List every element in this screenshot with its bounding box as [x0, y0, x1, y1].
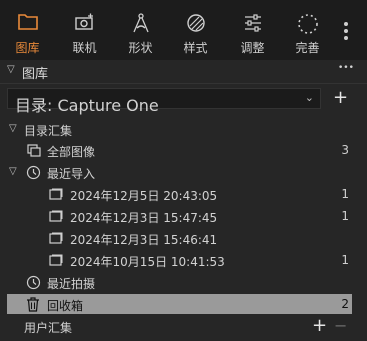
tree-item-label: 最近导入 — [47, 167, 96, 181]
item-count: 1 — [341, 187, 349, 201]
tab-label: 完善 — [295, 41, 320, 55]
tab-adjust[interactable]: 调整 — [225, 0, 280, 60]
images-stack-icon — [27, 144, 41, 157]
tab-label: 联机 — [72, 41, 97, 55]
camera-icon — [74, 13, 93, 30]
tree-item-label: 2024年10月15日 10:41:53 — [70, 255, 225, 269]
catalog-select[interactable]: 目录: Capture One ⌄ — [7, 88, 321, 115]
chevron-down-icon: ⌄ — [304, 91, 314, 104]
tree-item-label: 最近拍摄 — [47, 277, 96, 291]
tree-item-import[interactable]: 2024年12月5日 20:43:05 1 — [0, 184, 367, 205]
divider — [0, 83, 367, 84]
album-icon — [49, 188, 63, 200]
item-count: 3 — [341, 143, 349, 157]
tree-item-label: 回收箱 — [47, 299, 84, 313]
tab-label: 样式 — [183, 41, 208, 55]
album-icon — [49, 254, 63, 266]
item-count: 2 — [341, 297, 349, 311]
tab-tethered[interactable]: 联机 — [57, 0, 112, 60]
item-count: 1 — [341, 209, 349, 223]
folder-icon — [17, 14, 38, 30]
collection-group-catalog[interactable]: ▽ 目录汇集 — [0, 119, 367, 140]
chevron-down-icon: ▽ — [9, 166, 17, 177]
tab-refine[interactable]: 完善 — [280, 0, 335, 60]
album-icon — [49, 210, 63, 222]
item-count: 1 — [341, 253, 349, 267]
add-catalog-button[interactable]: + — [333, 89, 348, 107]
tree-item-recent-imports[interactable]: ▽ 最近导入 — [0, 162, 367, 183]
tool-tabs-bar: 图库 联机 形状 样式 调整 完善 — [0, 0, 367, 60]
more-vertical-icon[interactable] — [343, 22, 349, 44]
tree-item-import[interactable]: 2024年12月3日 15:47:45 1 — [0, 206, 367, 227]
tree-item-import[interactable]: 2024年10月15日 10:41:53 1 — [0, 250, 367, 271]
dotted-circle-icon — [297, 14, 318, 34]
clock-icon — [26, 275, 41, 290]
add-collection-button[interactable]: + — [312, 317, 327, 335]
tree-item-label: 2024年12月3日 15:47:45 — [70, 211, 218, 225]
group-title: 目录汇集 — [24, 124, 73, 138]
remove-collection-button[interactable]: − — [334, 318, 347, 334]
library-title: 图库 — [22, 67, 49, 82]
chevron-down-icon: ▽ — [7, 64, 15, 75]
tree-item-all-images[interactable]: 全部图像 3 — [0, 140, 367, 161]
compass-icon — [132, 13, 149, 33]
tab-label: 形状 — [128, 41, 153, 55]
tab-label: 调整 — [240, 41, 265, 55]
tab-styles[interactable]: 样式 — [168, 0, 223, 60]
sliders-icon — [244, 14, 261, 32]
styles-icon — [186, 14, 205, 32]
tree-item-label: 2024年12月5日 20:43:05 — [70, 189, 218, 203]
clock-icon — [26, 165, 41, 180]
album-icon — [49, 232, 63, 244]
tree-item-import[interactable]: 2024年12月3日 15:46:41 — [0, 228, 367, 249]
tab-label: 图库 — [15, 41, 40, 55]
more-horizontal-icon[interactable]: ••• — [338, 63, 354, 73]
tree-item-recent-captures[interactable]: 最近拍摄 — [0, 272, 367, 293]
tree-item-label: 全部图像 — [47, 145, 96, 159]
user-collections-header[interactable]: 用户汇集 + − — [0, 316, 367, 338]
library-section-header[interactable]: ▽ 图库 ••• — [0, 60, 367, 83]
tree-item-trash[interactable]: 回收箱 2 — [7, 294, 352, 314]
chevron-down-icon: ▽ — [9, 123, 17, 134]
tab-shape[interactable]: 形状 — [113, 0, 168, 60]
user-collections-title: 用户汇集 — [24, 321, 73, 335]
catalog-select-value: 目录: Capture One — [15, 96, 159, 115]
tab-library[interactable]: 图库 — [0, 0, 55, 60]
tree-item-label: 2024年12月3日 15:46:41 — [70, 233, 218, 247]
trash-icon — [27, 297, 39, 312]
